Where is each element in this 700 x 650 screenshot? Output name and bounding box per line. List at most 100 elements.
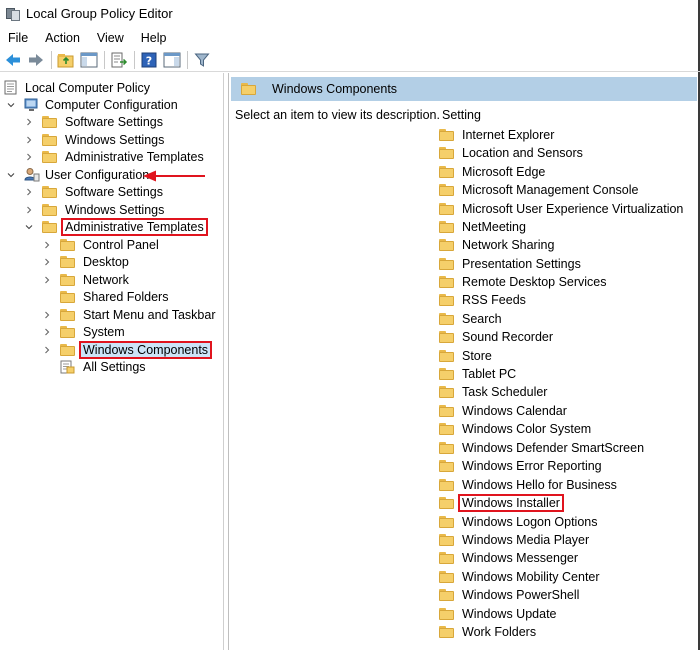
folder-icon	[439, 129, 454, 141]
tree-item-user-administrative-templates[interactable]: Administrative Templates	[24, 217, 208, 236]
setting-label: Windows Update	[462, 607, 557, 621]
export-list-button[interactable]	[109, 50, 129, 70]
folder-icon	[439, 147, 454, 159]
setting-label: Windows Defender SmartScreen	[462, 441, 645, 455]
tree-item-user-software-settings[interactable]: Software Settings	[24, 183, 165, 200]
folder-icon	[42, 203, 57, 216]
up-folder-button[interactable]	[56, 50, 76, 70]
setting-row[interactable]: Location and Sensors	[439, 144, 585, 162]
chevron-right-icon[interactable]	[42, 327, 52, 337]
help-button[interactable]: ?	[139, 50, 159, 70]
setting-label: Sound Recorder	[462, 330, 554, 344]
folder-icon	[42, 150, 57, 163]
chevron-right-icon[interactable]	[42, 310, 52, 320]
folder-icon	[439, 203, 454, 215]
setting-row[interactable]: Network Sharing	[439, 236, 556, 254]
chevron-right-icon[interactable]	[42, 240, 52, 250]
setting-label: Search	[462, 312, 502, 326]
folder-icon	[439, 368, 454, 380]
chevron-right-icon[interactable]	[24, 187, 34, 197]
folder-open-icon	[42, 220, 57, 233]
setting-row[interactable]: Internet Explorer	[439, 126, 556, 144]
setting-row[interactable]: Search	[439, 310, 504, 328]
setting-label: Presentation Settings	[462, 257, 581, 271]
setting-row[interactable]: Windows Hello for Business	[439, 476, 619, 494]
chevron-right-icon[interactable]	[24, 152, 34, 162]
tree-item-computer-configuration[interactable]: Computer Configuration	[6, 96, 180, 113]
tree-item-control-panel[interactable]: Control Panel	[42, 236, 161, 253]
folder-icon	[439, 608, 454, 620]
show-hide-console-tree-button[interactable]	[79, 50, 99, 70]
chevron-right-icon[interactable]	[24, 135, 34, 145]
folder-icon	[439, 386, 454, 398]
setting-label: Windows Error Reporting	[462, 459, 602, 473]
setting-row[interactable]: Windows Color System	[439, 420, 593, 438]
setting-row[interactable]: Windows Error Reporting	[439, 457, 604, 475]
forward-arrow-icon	[29, 53, 43, 66]
setting-row[interactable]: Microsoft User Experience Virtualization	[439, 200, 685, 218]
menu-bar: File Action View Help	[0, 27, 700, 48]
tree-item-local-computer-policy[interactable]: Local Computer Policy	[4, 79, 152, 96]
chevron-down-icon[interactable]	[6, 100, 16, 110]
chevron-right-icon[interactable]	[42, 345, 52, 355]
setting-row[interactable]: Tablet PC	[439, 365, 518, 383]
tree-item-network[interactable]: Network	[42, 271, 131, 288]
tree-item-computer-administrative-templates[interactable]: Administrative Templates	[24, 148, 206, 165]
folder-icon	[439, 294, 454, 306]
tree-item-computer-software-settings[interactable]: Software Settings	[24, 113, 165, 130]
folder-icon	[439, 552, 454, 564]
setting-row[interactable]: Windows Defender SmartScreen	[439, 439, 646, 457]
menu-action[interactable]: Action	[45, 31, 80, 45]
setting-label: Location and Sensors	[462, 146, 583, 160]
tree-item-desktop[interactable]: Desktop	[42, 253, 131, 270]
column-header-setting[interactable]: Setting	[442, 108, 481, 122]
forward-button[interactable]	[26, 50, 46, 70]
setting-label: Microsoft Management Console	[462, 183, 639, 197]
setting-row[interactable]: Microsoft Management Console	[439, 181, 640, 199]
tree-item-user-configuration[interactable]: User Configuration	[6, 166, 151, 183]
setting-row[interactable]: RSS Feeds	[439, 291, 528, 309]
setting-row[interactable]: Windows PowerShell	[439, 586, 581, 604]
setting-row[interactable]: Store	[439, 347, 494, 365]
setting-row[interactable]: Windows Update	[439, 605, 559, 623]
tree-item-windows-components[interactable]: Windows Components	[42, 340, 213, 359]
chevron-right-icon[interactable]	[42, 275, 52, 285]
folder-icon	[241, 83, 256, 95]
setting-row[interactable]: Sound Recorder	[439, 328, 555, 346]
chevron-right-icon[interactable]	[24, 205, 34, 215]
setting-row[interactable]: Windows Messenger	[439, 549, 580, 567]
setting-row-windows-installer[interactable]: Windows Installer	[439, 494, 564, 512]
setting-row[interactable]: Windows Media Player	[439, 531, 591, 549]
setting-row[interactable]: Presentation Settings	[439, 255, 583, 273]
tree-item-all-settings[interactable]: All Settings	[42, 358, 148, 375]
setting-row[interactable]: Microsoft Edge	[439, 163, 547, 181]
menu-file[interactable]: File	[8, 31, 28, 45]
menu-view[interactable]: View	[97, 31, 124, 45]
folder-icon	[439, 313, 454, 325]
filter-button[interactable]	[192, 50, 212, 70]
tree-item-shared-folders[interactable]: Shared Folders	[42, 288, 170, 305]
chevron-down-icon[interactable]	[24, 222, 34, 232]
menu-help[interactable]: Help	[141, 31, 167, 45]
show-action-pane-button[interactable]	[162, 50, 182, 70]
setting-row[interactable]: Task Scheduler	[439, 383, 549, 401]
folder-icon	[439, 184, 454, 196]
setting-row[interactable]: Windows Calendar	[439, 402, 569, 420]
tree-item-system[interactable]: System	[42, 323, 127, 340]
setting-row[interactable]: Windows Logon Options	[439, 513, 600, 531]
console-tree: Local Computer Policy Computer Configura…	[0, 73, 224, 650]
tree-label: User Configuration	[45, 167, 150, 182]
setting-row[interactable]: Remote Desktop Services	[439, 273, 609, 291]
tree-item-computer-windows-settings[interactable]: Windows Settings	[24, 131, 166, 148]
back-arrow-icon	[6, 53, 20, 66]
setting-row[interactable]: Work Folders	[439, 623, 538, 641]
tree-item-start-menu-and-taskbar[interactable]: Start Menu and Taskbar	[42, 306, 217, 323]
chevron-down-icon[interactable]	[6, 170, 16, 180]
chevron-right-icon[interactable]	[42, 257, 52, 267]
setting-row[interactable]: Windows Mobility Center	[439, 568, 602, 586]
tree-item-user-windows-settings[interactable]: Windows Settings	[24, 201, 166, 218]
back-button[interactable]	[3, 50, 23, 70]
setting-row[interactable]: NetMeeting	[439, 218, 528, 236]
window-title: Local Group Policy Editor	[26, 6, 173, 21]
chevron-right-icon[interactable]	[24, 117, 34, 127]
